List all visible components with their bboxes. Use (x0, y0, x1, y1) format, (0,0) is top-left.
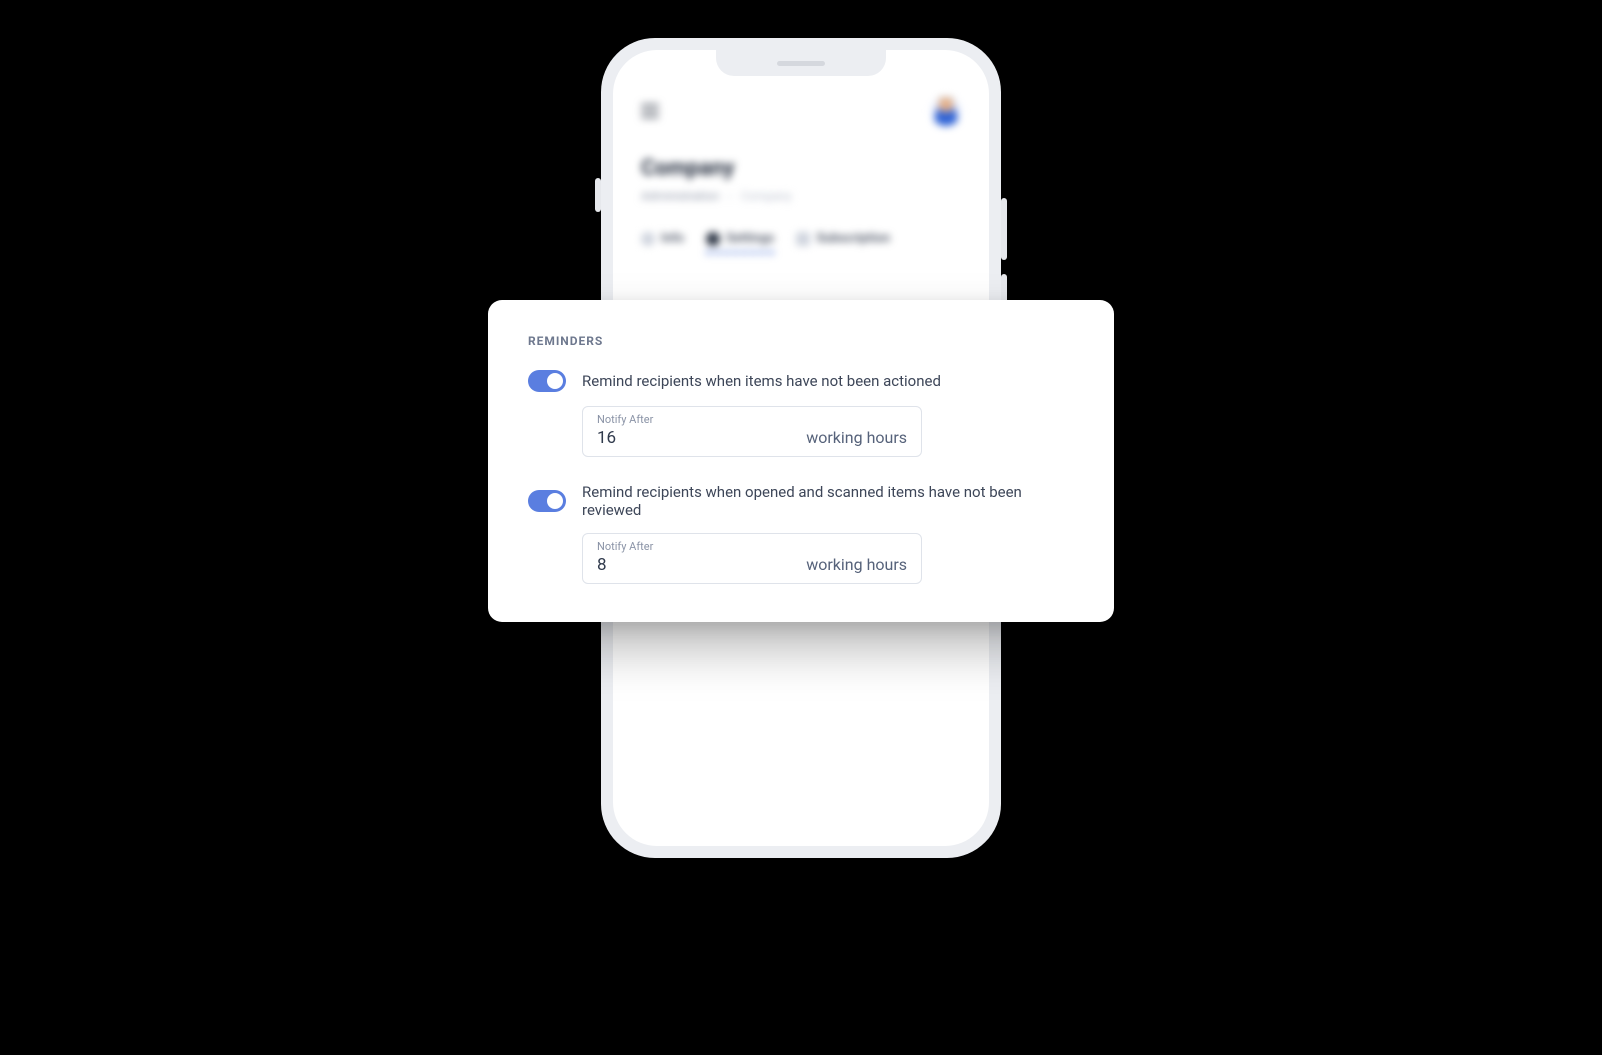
subscription-icon (796, 232, 810, 246)
gear-icon (706, 232, 720, 246)
tab-label: Settings (726, 231, 774, 246)
breadcrumb-current: Company (741, 189, 792, 203)
avatar[interactable] (931, 96, 961, 126)
breadcrumb-separator: › (728, 189, 732, 203)
phone-side-button (1001, 198, 1007, 260)
reminder-row-actioned: Remind recipients when items have not be… (528, 370, 1074, 392)
tab-settings[interactable]: Settings (706, 231, 774, 246)
toggle-reviewed[interactable] (528, 490, 566, 512)
field-label: Notify After (597, 413, 657, 426)
notify-after-field-reviewed[interactable]: Notify After working hours (582, 533, 922, 584)
notify-after-field-actioned[interactable]: Notify After working hours (582, 406, 922, 457)
card-title: REMINDERS (528, 334, 1074, 348)
field-label: Notify After (597, 540, 657, 553)
toggle-actioned[interactable] (528, 370, 566, 392)
breadcrumb-root[interactable]: Administration (641, 189, 719, 203)
tab-label: Subscription (816, 231, 890, 246)
info-icon (641, 232, 655, 246)
page-title: Company (641, 156, 961, 181)
reminders-card: REMINDERS Remind recipients when items h… (488, 300, 1114, 622)
app-topbar (641, 96, 961, 126)
menu-icon[interactable] (641, 104, 659, 118)
tabs: Info Settings Subscription (641, 231, 961, 246)
field-unit: working hours (806, 428, 907, 448)
reminder-row-reviewed: Remind recipients when opened and scanne… (528, 483, 1074, 519)
phone-side-button (595, 178, 601, 212)
notify-after-input-actioned[interactable] (597, 428, 657, 448)
tab-info[interactable]: Info (641, 231, 684, 246)
tab-label: Info (661, 231, 684, 246)
breadcrumb: Administration › Company (641, 189, 961, 203)
reminder-label: Remind recipients when items have not be… (582, 372, 941, 390)
field-unit: working hours (806, 555, 907, 575)
notify-after-input-reviewed[interactable] (597, 555, 657, 575)
reminder-label: Remind recipients when opened and scanne… (582, 483, 1074, 519)
tab-subscription[interactable]: Subscription (796, 231, 890, 246)
